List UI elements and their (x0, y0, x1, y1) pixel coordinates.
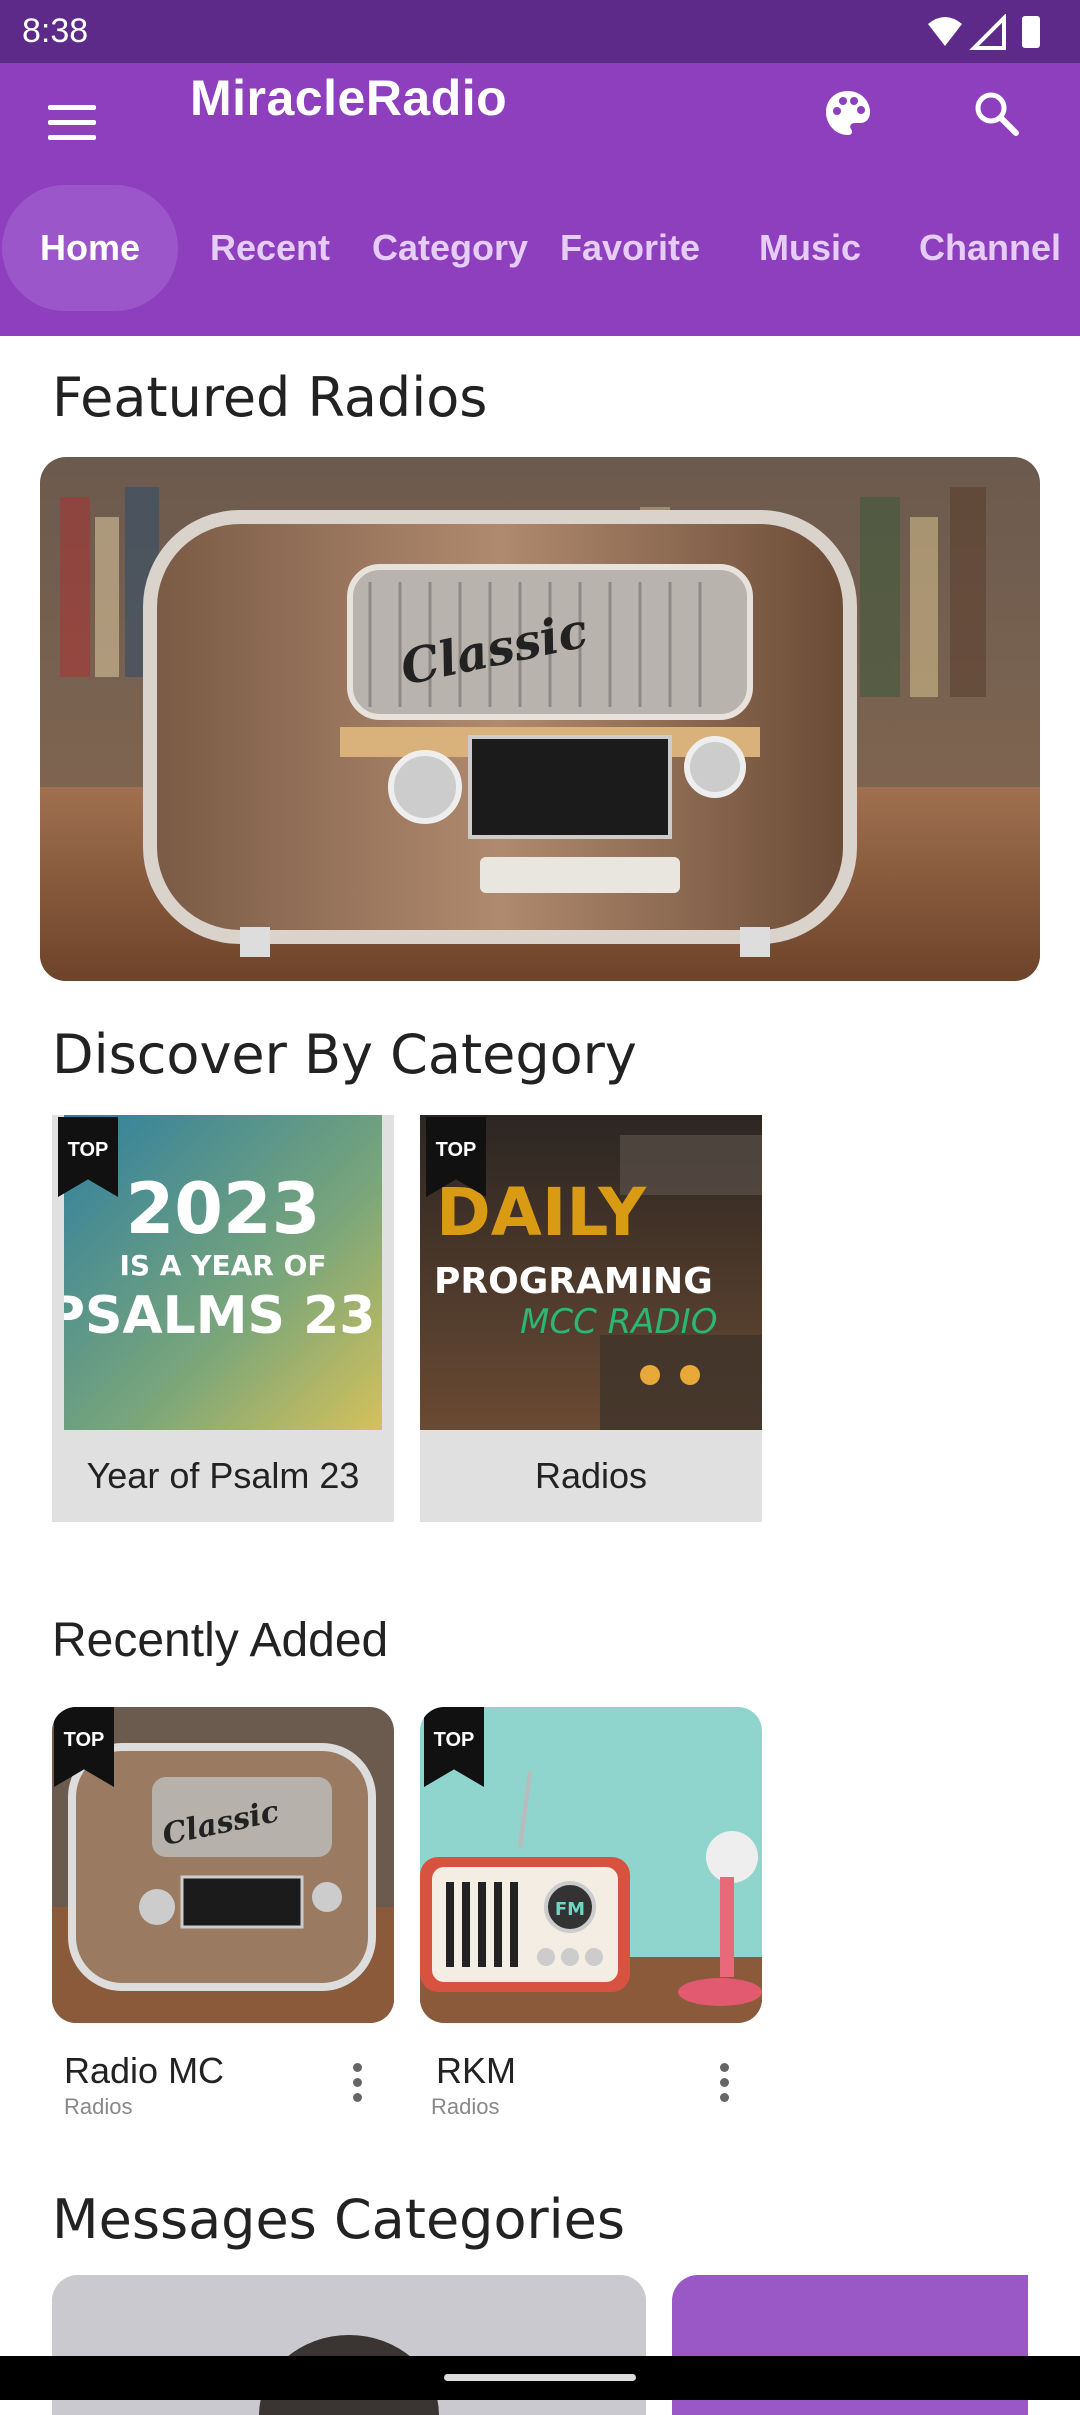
status-icons (928, 14, 1040, 50)
more-options-icon[interactable] (345, 2060, 369, 2110)
svg-text:IS A YEAR OF: IS A YEAR OF (119, 1249, 326, 1282)
recent-card-rkm[interactable]: FM TOP (420, 1707, 762, 2023)
featured-radio-image: Classic (40, 457, 1040, 981)
more-options-icon[interactable] (712, 2060, 736, 2110)
tab-home[interactable]: Home (0, 183, 180, 313)
recent-card-radio-mc[interactable]: Classic TOP (52, 1707, 394, 2023)
tab-channel[interactable]: Channel (900, 183, 1080, 313)
tab-music[interactable]: Music (720, 183, 900, 313)
app-title: MiracleRadio (190, 70, 508, 126)
featured-radio-banner[interactable]: Classic (40, 457, 1040, 981)
featured-title: Featured Radios (52, 366, 488, 429)
status-time: 8:38 (22, 12, 89, 50)
tab-recent[interactable]: Recent (180, 183, 360, 313)
discover-title: Discover By Category (52, 1023, 637, 1086)
recent-item-name: Radio MC (64, 2050, 225, 2091)
messages-title: Messages Categories (52, 2188, 626, 2251)
tab-bar: Home Recent Category Favorite Music Chan… (0, 183, 1080, 313)
recent-item-name: RKM (436, 2050, 516, 2091)
tab-category[interactable]: Category (360, 183, 540, 313)
palette-icon[interactable] (820, 85, 876, 141)
tab-favorite[interactable]: Favorite (540, 183, 720, 313)
menu-icon[interactable] (42, 97, 102, 149)
svg-text:PSALMS 23!: PSALMS 23! (64, 1286, 382, 1346)
status-bar: 8:38 (0, 0, 1080, 63)
category-caption: Radios (534, 1455, 648, 1496)
wifi-icon (928, 17, 962, 46)
search-icon[interactable] (968, 85, 1024, 141)
svg-text:PROGRAMING: PROGRAMING (434, 1261, 713, 1302)
recent-item-category: Radios (64, 2094, 133, 2119)
category-card-radios[interactable]: DAILY PROGRAMING MCC RADIO TOP Radios (420, 1115, 762, 1522)
app-bar: MiracleRadio Home Recent Category Favori… (0, 63, 1080, 336)
svg-text:MCC RADIO: MCC RADIO (520, 1302, 717, 1342)
svg-text:2023: 2023 (126, 1168, 321, 1250)
category-card-psalm[interactable]: 2023 IS A YEAR OF PSALMS 23! TOP Year of… (52, 1115, 394, 1522)
recent-title: Recently Added (52, 1614, 389, 1667)
svg-text:FM: FM (555, 1899, 585, 1920)
battery-icon (1022, 16, 1040, 48)
system-navigation-bar (0, 2356, 1080, 2400)
category-caption: Year of Psalm 23 (86, 1455, 360, 1496)
signal-icon (969, 14, 1006, 50)
recent-item-category: Radios (431, 2094, 500, 2119)
home-gesture-handle[interactable] (444, 2374, 636, 2381)
